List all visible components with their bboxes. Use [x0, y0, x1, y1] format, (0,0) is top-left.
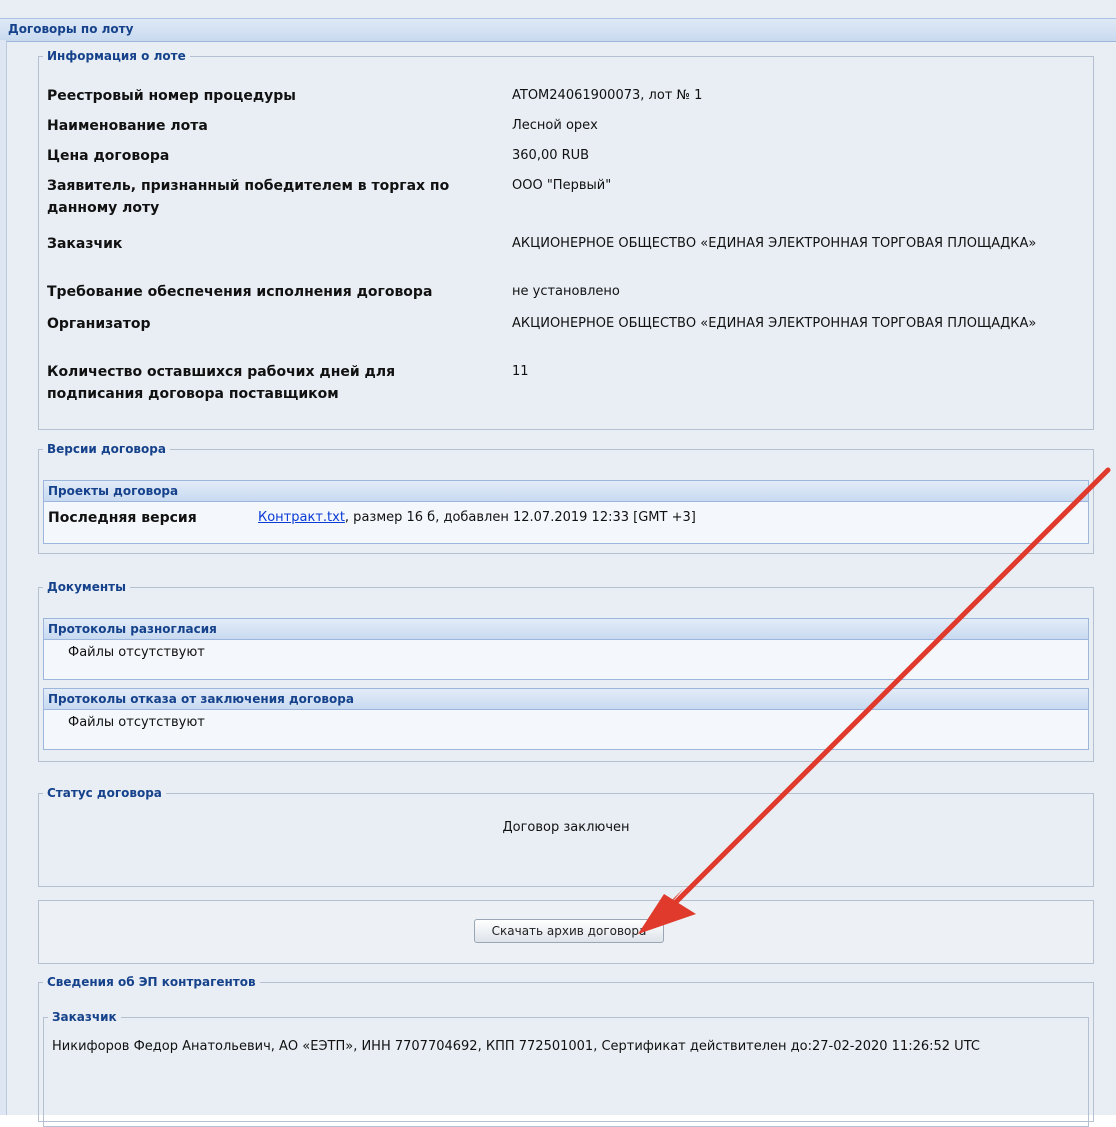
- field-value: 11: [512, 364, 529, 379]
- lot-info-fieldset: Информация о лоте Реестровый номер проце…: [38, 48, 1094, 430]
- field-label: Реестровый номер процедуры: [47, 88, 296, 104]
- documents-legend: Документы: [43, 579, 130, 595]
- field-value: АКЦИОНЕРНОЕ ОБЩЕСТВО «ЕДИНАЯ ЭЛЕКТРОННАЯ…: [512, 316, 1037, 331]
- latest-version-info: Контракт.txt, размер 16 б, добавлен 12.0…: [258, 510, 696, 525]
- disagreement-protocols-panel: Протоколы разногласия Файлы отсутствуют: [43, 618, 1089, 680]
- field-label: Заказчик: [47, 236, 123, 252]
- download-archive-button[interactable]: Скачать архив договора: [474, 919, 664, 943]
- refusal-protocols-panel: Протоколы отказа от заключения договора …: [43, 688, 1089, 750]
- field-label: Заявитель, признанный победителем в торг…: [47, 178, 450, 216]
- field-value: не установлено: [512, 284, 620, 299]
- field-label: Наименование лота: [47, 118, 208, 134]
- customer-legend: Заказчик: [48, 1009, 121, 1025]
- field-value: Лесной орех: [512, 118, 598, 133]
- lot-info-legend: Информация о лоте: [43, 48, 190, 64]
- field-label: Требование обеспечения исполнения догово…: [47, 284, 433, 300]
- field-label: Организатор: [47, 316, 151, 332]
- signatures-legend: Сведения об ЭП контрагентов: [43, 974, 260, 990]
- field-label: Цена договора: [47, 148, 170, 164]
- window-title: Договоры по лоту: [8, 22, 134, 36]
- status-fieldset: Статус договора Договор заключен: [38, 785, 1094, 887]
- contract-file-link[interactable]: Контракт.txt: [258, 510, 345, 525]
- field-label: Количество оставшихся рабочих дней для п…: [47, 364, 396, 402]
- documents-fieldset: Документы Протоколы разногласия Файлы от…: [38, 579, 1094, 762]
- customer-signature-text: Никифоров Федор Анатольевич, АО «ЕЭТП», …: [52, 1039, 980, 1054]
- versions-legend: Версии договора: [43, 441, 170, 457]
- left-border: [0, 40, 7, 1115]
- field-value: 360,00 RUB: [512, 148, 590, 163]
- download-panel: Скачать архив договора: [38, 900, 1094, 964]
- field-value: ООО "Первый": [512, 178, 612, 193]
- field-value: ATOM24061900073, лот № 1: [512, 88, 703, 103]
- signatures-fieldset: Сведения об ЭП контрагентов Заказчик Ник…: [38, 974, 1094, 1127]
- latest-version-row: Последняя версия Контракт.txt, размер 16…: [44, 502, 1088, 540]
- refusal-protocols-title: Протоколы отказа от заключения договора: [44, 689, 1088, 710]
- file-meta: , размер 16 б, добавлен 12.07.2019 12:33…: [344, 510, 696, 525]
- contract-status-text: Договор заключен: [502, 820, 630, 835]
- empty-files-text: Файлы отсутствуют: [68, 715, 205, 730]
- status-legend: Статус договора: [43, 785, 166, 801]
- versions-fieldset: Версии договора Проекты договора Последн…: [38, 441, 1094, 554]
- latest-version-label: Последняя версия: [48, 510, 197, 526]
- empty-files-text: Файлы отсутствуют: [68, 645, 205, 660]
- drafts-panel: Проекты договора Последняя версия Контра…: [43, 480, 1089, 544]
- window-titlebar: Договоры по лоту: [0, 18, 1116, 42]
- disagreement-protocols-title: Протоколы разногласия: [44, 619, 1088, 640]
- field-value: АКЦИОНЕРНОЕ ОБЩЕСТВО «ЕДИНАЯ ЭЛЕКТРОННАЯ…: [512, 236, 1037, 251]
- customer-signature-fieldset: Заказчик Никифоров Федор Анатольевич, АО…: [43, 1009, 1089, 1127]
- contracts-window: Договоры по лоту Информация о лоте Реест…: [0, 0, 1116, 1127]
- drafts-panel-title: Проекты договора: [44, 481, 1088, 502]
